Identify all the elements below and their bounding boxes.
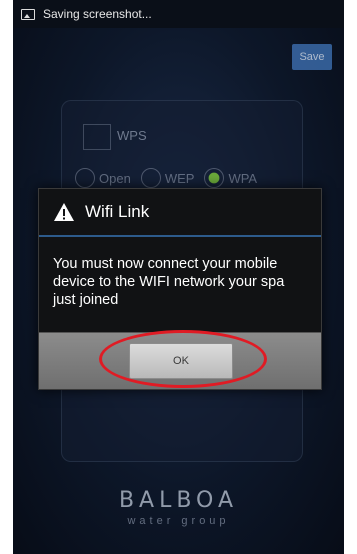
radio-wep-label: WEP [164,170,195,186]
wps-label: WPS [117,128,147,143]
dialog-message: You must now connect your mobile device … [53,256,285,308]
dialog-title: Wifi Link [85,202,150,221]
save-button[interactable]: Save [292,44,332,70]
radio-open-label: Open [99,170,131,186]
radio-wpa-label: WPA [228,170,258,186]
image-icon [21,8,35,20]
phone-screen: Saving screenshot... Save WPS Open WEP W… [13,0,344,554]
status-bar: Saving screenshot... [13,0,344,28]
wifi-link-dialog: Wifi Link You must now connect your mobi… [38,188,322,390]
radio-wpa[interactable]: WPA [204,168,257,188]
radio-wep[interactable]: WEP [140,168,195,188]
dialog-header: Wifi Link [39,189,321,237]
radio-open[interactable]: Open [75,168,131,188]
balboa-logo: BALBOA water group [13,488,344,527]
status-notification: Saving screenshot... [43,7,152,21]
radio-circle-icon [140,168,161,188]
wps-checkbox[interactable] [83,124,111,150]
ok-button[interactable]: OK [129,343,233,379]
radio-circle-icon [75,168,95,188]
logo-tagline: water group [127,515,230,527]
security-radio-group: Open WEP WPA [75,168,267,188]
radio-selected-icon [204,168,225,188]
dialog-button-bar: OK [39,332,321,389]
warning-icon [54,203,74,221]
logo-name: BALBOA [118,488,239,513]
